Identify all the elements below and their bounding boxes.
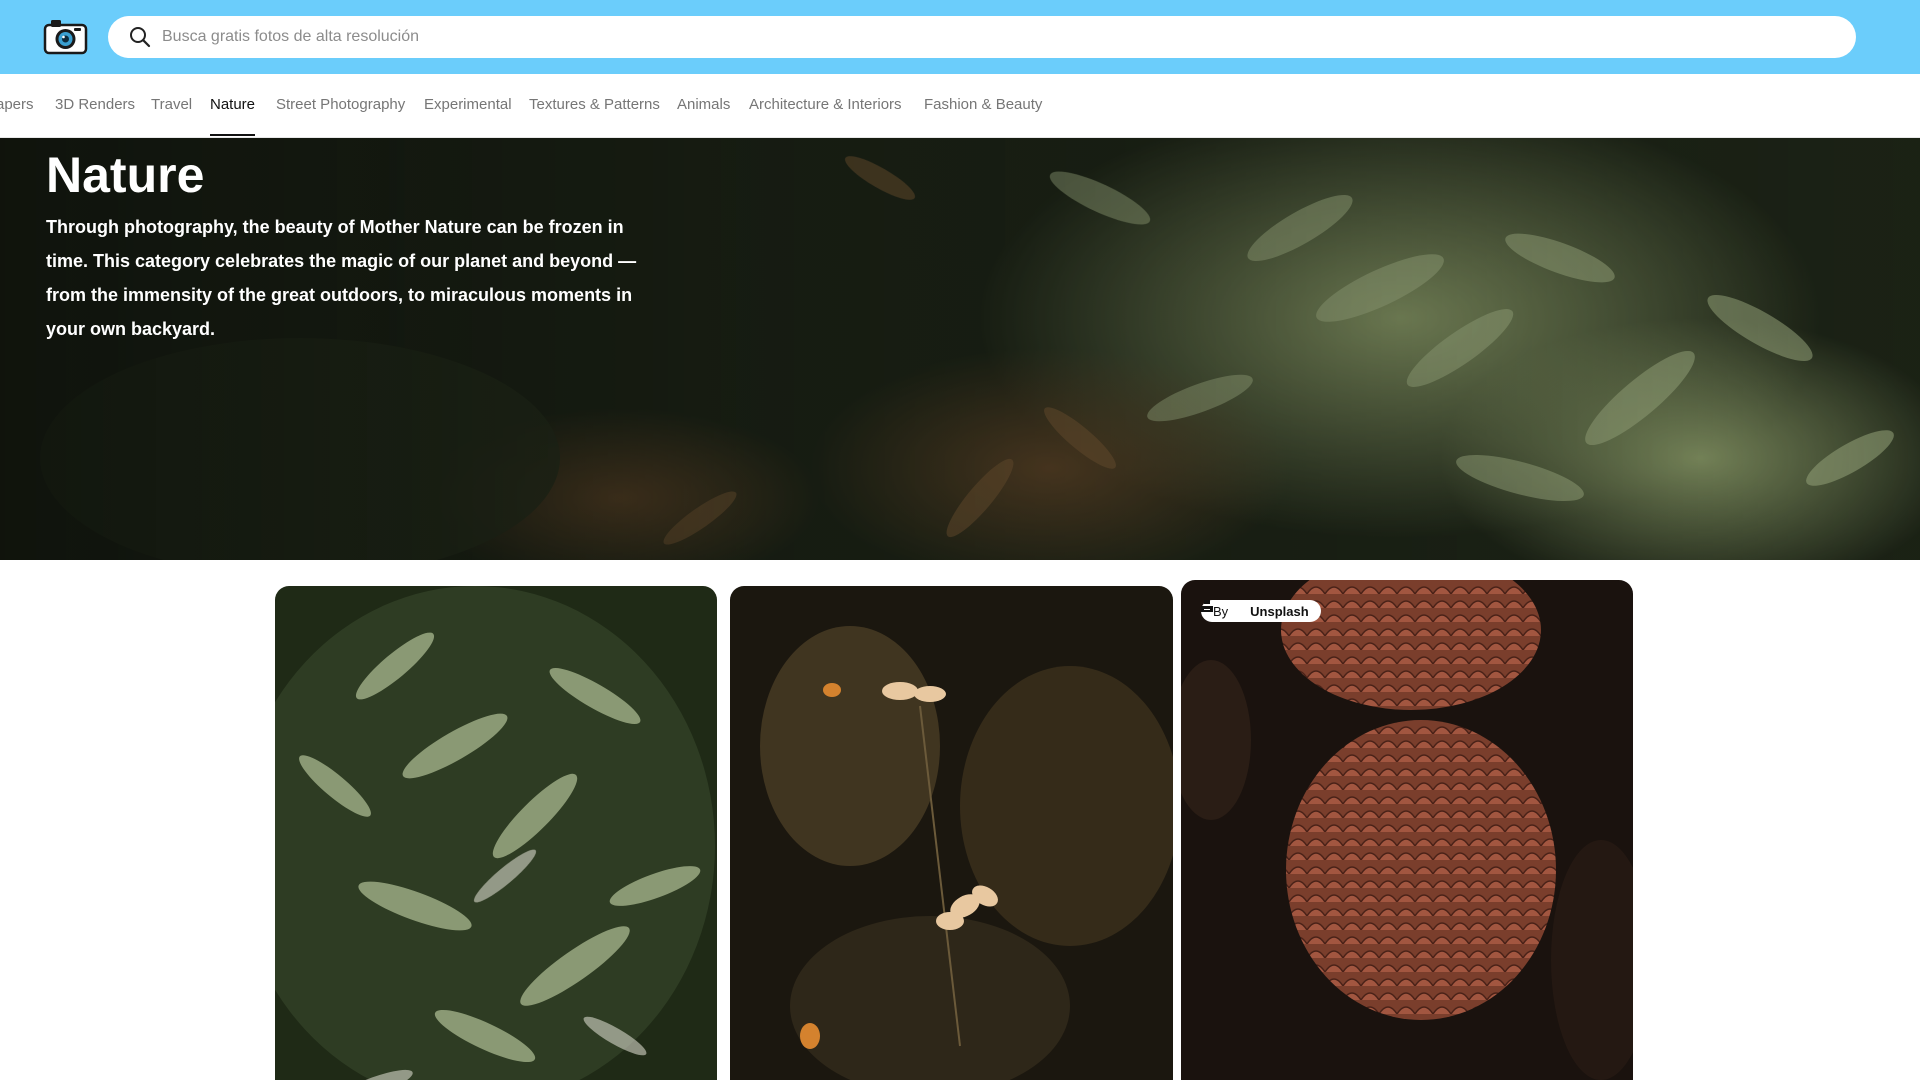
- page-description: Through photography, the beauty of Mothe…: [46, 217, 637, 339]
- photo-card-dry-flowers[interactable]: [730, 586, 1173, 1080]
- category-travel[interactable]: Travel: [151, 96, 192, 113]
- badge-by-label: By: [1213, 603, 1229, 619]
- hero-fern-image: [0, 138, 1920, 560]
- category-nature[interactable]: Nature: [210, 96, 255, 113]
- hero-banner: Nature Through photography, the beauty o…: [0, 138, 1920, 560]
- badge-brand-label: Unsplash: [1250, 603, 1309, 619]
- category-animals[interactable]: Animals: [677, 96, 730, 113]
- category-nav: apers 3D Renders Travel Nature Street Ph…: [0, 74, 1920, 138]
- category-architecture-interiors[interactable]: Architecture & Interiors: [749, 96, 902, 113]
- category-street-photography[interactable]: Street Photography: [276, 96, 405, 113]
- unsplash-badge[interactable]: By Unsplash: [1201, 600, 1321, 622]
- search-icon[interactable]: [128, 25, 152, 49]
- category-wallpapers[interactable]: apers: [0, 96, 34, 113]
- top-bar: [0, 0, 1920, 74]
- category-textures-patterns[interactable]: Textures & Patterns: [529, 96, 660, 113]
- category-3d-renders[interactable]: 3D Renders: [55, 96, 135, 113]
- search-input[interactable]: [162, 16, 1822, 58]
- dry-flowers-photo: [730, 586, 1173, 1080]
- fern-photo: [275, 586, 717, 1080]
- photo-card-fern[interactable]: [275, 586, 717, 1080]
- active-tab-underline: [210, 134, 255, 136]
- pine-cones-photo: [1181, 580, 1633, 1080]
- category-experimental[interactable]: Experimental: [424, 96, 512, 113]
- search-bar[interactable]: [108, 16, 1856, 58]
- category-fashion-beauty[interactable]: Fashion & Beauty: [924, 96, 1042, 113]
- unsplash-logo-icon: [1201, 600, 1246, 617]
- camera-icon[interactable]: [43, 18, 88, 55]
- photo-card-pine-cones[interactable]: By Unsplash: [1181, 580, 1633, 1080]
- page-title: Nature: [46, 147, 205, 203]
